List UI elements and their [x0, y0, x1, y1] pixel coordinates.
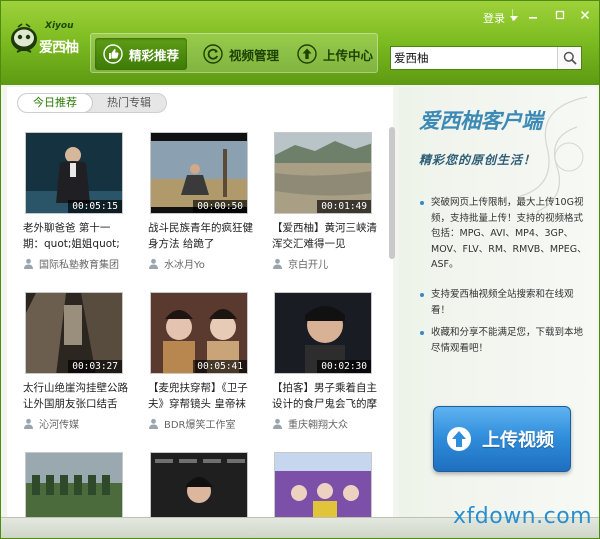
uploader-name: 沁河传媒: [39, 420, 79, 431]
upload-arrow-icon: [447, 427, 471, 451]
video-card[interactable]: [15, 439, 125, 519]
tab-hot-albums[interactable]: 热门专辑: [92, 94, 166, 112]
uploader-name: 国际私塾教育集团: [39, 260, 119, 271]
list-scrollbar[interactable]: [389, 127, 395, 259]
video-thumbnail[interactable]: 00:05:41: [150, 292, 248, 374]
video-list-panel: 今日推荐 热门专辑 00:05:15 老外聊爸爸 第十一期：quot;姐姐quo…: [7, 87, 395, 519]
video-uploader[interactable]: 国际私塾教育集团: [23, 256, 129, 271]
event-thumbnail-art: [151, 453, 247, 517]
video-title[interactable]: 战斗民族青年的疯狂健身方法 给跪了: [148, 220, 254, 252]
minimize-icon: [529, 17, 537, 19]
video-title[interactable]: 老外聊爸爸 第十一期：quot;姐姐quot;大危机: [23, 220, 129, 252]
user-icon: [24, 418, 33, 429]
refresh-icon: [203, 44, 223, 64]
tv-mascot-icon: [11, 23, 37, 53]
tab-today[interactable]: 今日推荐: [18, 94, 92, 112]
upload-video-button[interactable]: 上传视频: [433, 406, 571, 472]
video-duration: 00:05:41: [193, 360, 247, 373]
video-title[interactable]: 【拍客】男子乘着自主设计的食尸鬼会飞的摩: [272, 380, 378, 412]
video-thumbnail[interactable]: [274, 452, 372, 518]
video-card[interactable]: 00:05:15 老外聊爸爸 第十一期：quot;姐姐quot;大危机 国际私塾…: [15, 119, 125, 271]
logo-small-text: Xiyou: [45, 21, 74, 31]
login-label: 登录: [483, 12, 505, 25]
video-uploader[interactable]: 水冰月Yo: [148, 256, 254, 271]
video-card[interactable]: 00:01:49 【爱西柚】黄河三峡清浑交汇难得一见 京白开儿: [264, 119, 377, 271]
video-card[interactable]: 00:05:41 【麦兜扶穿帮】《卫子夫》穿帮镜头 皇帝袜子 BDR爆笑工作室: [140, 279, 250, 431]
site-watermark: xfdown.com: [453, 504, 593, 529]
stage-thumbnail-art: [275, 453, 371, 517]
header-bar: Xiyou 爱西柚 精彩推荐 视频管理 上传中心 登录 爱西柚: [1, 1, 599, 85]
nav-upload-center-label: 上传中心: [323, 47, 374, 63]
video-thumbnail[interactable]: [150, 452, 248, 518]
video-duration: 00:03:27: [68, 360, 122, 373]
video-card[interactable]: 00:03:27 太行山绝崖沟挂壁公路让外国朋友张口结舌 沁河传媒: [15, 279, 128, 431]
main-nav: 精彩推荐 视频管理 上传中心: [90, 33, 378, 73]
close-button[interactable]: [576, 7, 594, 23]
feature-item: 支持爱西柚视频全站搜索和在线观看！: [419, 287, 587, 318]
promo-title: 爱西柚客户端: [419, 109, 543, 133]
nav-recommend-label: 精彩推荐: [129, 47, 180, 63]
search-button[interactable]: [557, 47, 581, 69]
nav-video-manage[interactable]: 视频管理: [195, 38, 285, 70]
video-title[interactable]: 太行山绝崖沟挂壁公路让外国朋友张口结舌: [23, 380, 129, 412]
video-thumbnail[interactable]: 00:03:27: [25, 292, 123, 374]
video-uploader[interactable]: 京白开儿: [272, 256, 378, 271]
video-thumbnail[interactable]: 00:00:50: [150, 132, 248, 214]
video-card[interactable]: [140, 439, 250, 519]
video-duration: 00:02:30: [317, 360, 371, 373]
nav-recommend[interactable]: 精彩推荐: [95, 38, 187, 70]
maximize-icon: [555, 10, 565, 20]
nav-video-manage-label: 视频管理: [229, 47, 280, 63]
promo-subtitle: 精彩您的原创生活！: [419, 153, 537, 167]
video-card[interactable]: 00:00:50 战斗民族青年的疯狂健身方法 给跪了 水冰月Yo: [140, 119, 253, 271]
uploader-name: 水冰月Yo: [164, 260, 205, 271]
video-uploader[interactable]: 重庆翱翔大众: [272, 416, 378, 431]
uploader-name: 京白开儿: [288, 260, 328, 271]
uploader-name: 重庆翱翔大众: [288, 420, 348, 431]
video-uploader[interactable]: BDR爆笑工作室: [148, 416, 254, 431]
nav-upload-center[interactable]: 上传中心: [289, 38, 379, 70]
user-icon: [149, 418, 158, 429]
feature-item: 收藏和分享不能满足您，下载到本地尽情观看吧！: [419, 325, 587, 356]
promo-panel: 爱西柚客户端 精彩您的原创生活！ 突破网页上传限制，最大上传10G视频，支持批量…: [399, 87, 597, 519]
title-separator: [512, 9, 513, 21]
video-title[interactable]: 【麦兜扶穿帮】《卫子夫》穿帮镜头 皇帝袜子: [148, 380, 254, 412]
user-icon: [149, 258, 158, 269]
user-icon: [273, 258, 282, 269]
video-thumbnail[interactable]: 00:02:30: [274, 292, 372, 374]
upload-arrow-icon: [297, 44, 317, 64]
content-tabs: 今日推荐 热门专辑: [17, 93, 167, 113]
uploader-name: BDR爆笑工作室: [164, 420, 236, 431]
video-thumbnail[interactable]: [25, 452, 123, 518]
video-thumbnail[interactable]: 00:05:15: [25, 132, 123, 214]
logo-text: 爱西柚: [39, 40, 79, 56]
video-card[interactable]: [264, 439, 374, 519]
video-card[interactable]: 00:02:30 【拍客】男子乘着自主设计的食尸鬼会飞的摩 重庆翱翔大众: [264, 279, 377, 431]
parade-thumbnail-art: [26, 453, 122, 517]
video-duration: 00:01:49: [317, 200, 371, 213]
user-icon: [273, 418, 282, 429]
maximize-button[interactable]: [551, 7, 569, 23]
search-icon: [563, 51, 577, 65]
upload-video-label: 上传视频: [482, 430, 554, 451]
thumbs-up-icon: [103, 44, 123, 64]
close-icon: [580, 10, 590, 20]
video-title[interactable]: 【爱西柚】黄河三峡清浑交汇难得一见: [272, 220, 378, 252]
feature-item: 突破网页上传限制，最大上传10G视频，支持批量上传！支持的视频格式包括：MPG、…: [419, 195, 587, 273]
video-duration: 00:00:50: [193, 200, 247, 213]
video-uploader[interactable]: 沁河传媒: [23, 416, 129, 431]
search-box: [390, 46, 582, 70]
minimize-button[interactable]: [524, 7, 542, 23]
user-icon: [24, 258, 33, 269]
app-window: Xiyou 爱西柚 精彩推荐 视频管理 上传中心 登录 爱西柚 今日推荐 热门专…: [0, 0, 600, 539]
video-duration: 00:05:15: [68, 200, 122, 213]
search-input[interactable]: [391, 47, 557, 69]
app-logo: Xiyou 爱西柚: [7, 11, 97, 71]
video-thumbnail[interactable]: 00:01:49: [274, 132, 372, 214]
